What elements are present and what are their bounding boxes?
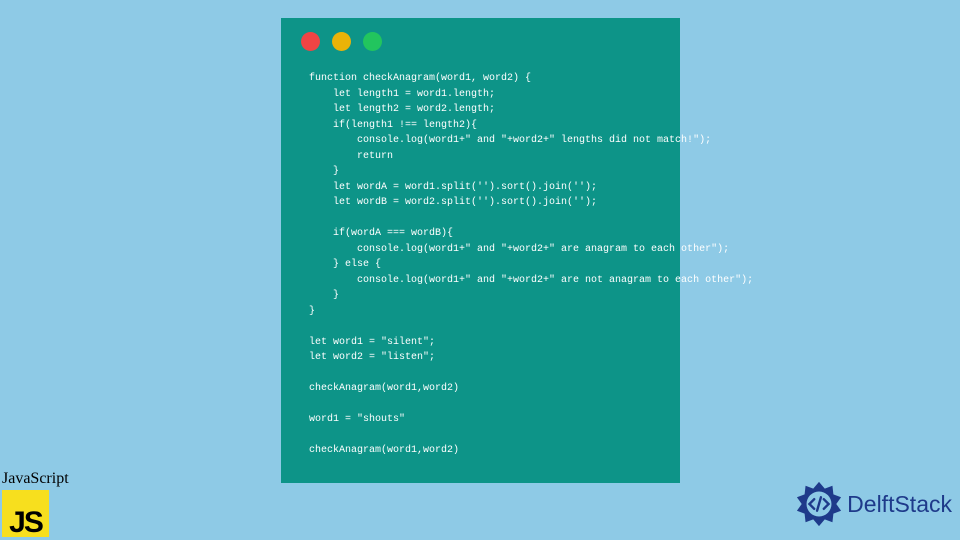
close-icon [301, 32, 320, 51]
delftstack-text: DelftStack [847, 491, 952, 518]
code-window: function checkAnagram(word1, word2) { le… [281, 18, 680, 483]
javascript-logo-text: JS [9, 506, 42, 540]
delftstack-logo-icon [795, 480, 843, 528]
javascript-badge: JavaScript JS [2, 470, 92, 537]
code-block: function checkAnagram(word1, word2) { le… [299, 71, 662, 459]
delftstack-badge: DelftStack [795, 480, 952, 528]
maximize-icon [363, 32, 382, 51]
traffic-lights [301, 32, 662, 51]
javascript-label: JavaScript [2, 470, 92, 488]
minimize-icon [332, 32, 351, 51]
javascript-logo-icon: JS [2, 490, 49, 537]
